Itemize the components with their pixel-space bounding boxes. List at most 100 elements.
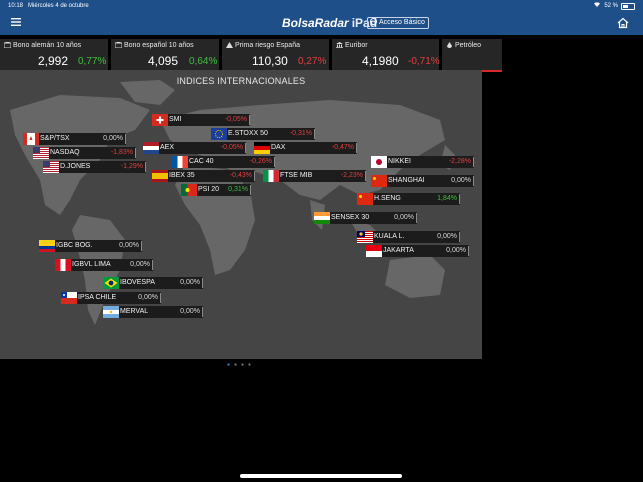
index-item[interactable]: IPSA CHILE 0,00% <box>61 292 161 304</box>
index-change: -0,05% <box>224 116 247 123</box>
flag-china-icon <box>371 175 387 187</box>
index-divider <box>202 278 203 288</box>
ticker-name: Prima riesgo España <box>226 42 300 49</box>
index-divider <box>416 213 417 223</box>
hamburger-icon <box>11 18 21 26</box>
flag-argentina-icon <box>103 306 119 318</box>
ticker-value: 4,1980 <box>362 54 399 68</box>
index-item[interactable]: SHANGHAI 0,00% <box>371 175 474 187</box>
flag-eu-icon <box>211 128 227 140</box>
index-item[interactable]: PSI 20 0,31% <box>181 184 251 196</box>
index-change: -0,31% <box>289 130 312 137</box>
index-divider <box>125 134 126 144</box>
index-item[interactable]: CAC 40 -0,26% <box>172 156 275 168</box>
access-icon <box>370 18 377 25</box>
home-button[interactable] <box>617 16 629 29</box>
index-item[interactable]: IGBVL LIMA 0,00% <box>55 259 153 271</box>
index-name: D.JONES <box>60 163 91 170</box>
status-time: 10:18 <box>8 3 24 9</box>
bond-icon <box>114 42 123 49</box>
index-divider <box>459 232 460 242</box>
index-item[interactable]: D.JONES -1,29% <box>43 161 146 173</box>
status-date: Miércoles 4 de octubre <box>28 3 89 9</box>
index-divider <box>365 171 366 181</box>
access-level-button[interactable]: Acceso Básico <box>367 17 429 29</box>
index-divider <box>459 194 460 204</box>
index-change: 0,00% <box>446 247 466 254</box>
battery-percent: 52 % <box>604 3 618 9</box>
index-name: IBOVESPA <box>120 279 155 286</box>
index-item[interactable]: KUALA L. 0,00% <box>357 231 460 243</box>
ticker-card[interactable]: Bono alemán 10 años 2,992 0,77% <box>0 39 108 72</box>
ticker-value: 4,095 <box>148 54 179 68</box>
index-change: 0,00% <box>451 177 471 184</box>
flag-germany-icon <box>254 142 270 154</box>
ticker-name-text: Euribor <box>345 42 368 49</box>
hamburger-menu-button[interactable] <box>11 16 21 29</box>
ticker-change: 0,27% <box>298 56 327 67</box>
index-item[interactable]: S&P/TSX 0,00% <box>23 133 126 145</box>
index-divider <box>135 148 136 158</box>
ticker-change: 0,77% <box>78 56 107 67</box>
index-item[interactable]: SMI -0,05% <box>152 114 250 126</box>
index-change: -1,83% <box>110 149 133 156</box>
index-change: 0,31% <box>228 186 248 193</box>
brand-name: BolsaRadar <box>282 16 349 30</box>
index-divider <box>245 143 246 153</box>
index-change: 0,00% <box>437 233 457 240</box>
flag-spain-icon <box>152 170 168 182</box>
pager-dot[interactable]: ● <box>227 362 234 368</box>
index-item[interactable]: JAKARTA 0,00% <box>366 245 469 257</box>
index-divider <box>356 143 357 153</box>
index-name: KUALA L. <box>374 233 405 240</box>
index-name: IGBC BOG. <box>56 242 93 249</box>
index-name: PSI 20 <box>198 186 220 193</box>
index-item[interactable]: MERVAL 0,00% <box>103 306 203 318</box>
flag-canada-icon <box>23 133 39 145</box>
index-divider <box>274 157 275 167</box>
index-item[interactable]: IBOVESPA 0,00% <box>103 277 203 289</box>
ticker-name: Euribor <box>336 42 368 49</box>
pager-dot[interactable]: ● <box>234 362 241 368</box>
index-item[interactable]: H.SENG 1,84% <box>357 193 460 205</box>
flag-france-icon <box>172 156 188 168</box>
index-item[interactable]: SENSEX 30 0,00% <box>314 212 417 224</box>
index-divider <box>202 307 203 317</box>
index-change: 0,00% <box>180 279 200 286</box>
status-right: 52 % <box>593 0 635 12</box>
flag-china-icon <box>357 193 373 205</box>
flag-portugal-icon <box>181 184 197 196</box>
battery-icon <box>621 2 635 10</box>
index-item[interactable]: NASDAQ -1,83% <box>33 147 136 159</box>
ticker-value: 110,30 <box>252 54 288 68</box>
ticker-change: 0,64% <box>189 56 218 67</box>
page-indicator[interactable]: ●●●● <box>0 362 482 368</box>
index-change: 0,00% <box>119 242 139 249</box>
index-item[interactable]: DAX -0,47% <box>254 142 357 154</box>
index-item[interactable]: FTSE MIB -2,23% <box>263 170 366 182</box>
index-name: AEX <box>160 144 175 151</box>
index-change: -2,28% <box>448 158 471 165</box>
index-divider <box>249 115 250 125</box>
ticker-card[interactable]: Bono español 10 años 4,095 0,64% <box>111 39 219 72</box>
index-item[interactable]: AEX -0,05% <box>143 142 246 154</box>
oil-drop-icon <box>446 42 453 48</box>
index-item[interactable]: IBEX 35 -0,43% <box>152 170 255 182</box>
pager-dot[interactable]: ● <box>248 362 255 368</box>
index-item[interactable]: NIKKEI -2,28% <box>371 156 474 168</box>
ticker-card[interactable]: Petróleo <box>442 39 502 72</box>
ticker-name: Bono español 10 años <box>114 42 194 49</box>
pager-dot[interactable]: ● <box>241 362 248 368</box>
flag-netherlands-icon <box>143 142 159 154</box>
index-name: SHANGHAI <box>388 177 425 184</box>
index-divider <box>254 171 255 181</box>
index-divider <box>473 157 474 167</box>
index-divider <box>160 293 161 303</box>
ticker-name-text: Prima riesgo España <box>235 42 300 49</box>
index-item[interactable]: IGBC BOG. 0,00% <box>39 240 142 252</box>
index-item[interactable]: E.STOXX 50 -0,31% <box>211 128 315 140</box>
flag-india-icon <box>314 212 330 224</box>
ticker-card[interactable]: Euribor 4,1980 -0,71% <box>332 39 440 72</box>
flag-colombia-icon <box>39 240 55 252</box>
ticker-card[interactable]: Prima riesgo España 110,30 0,27% <box>222 39 329 72</box>
